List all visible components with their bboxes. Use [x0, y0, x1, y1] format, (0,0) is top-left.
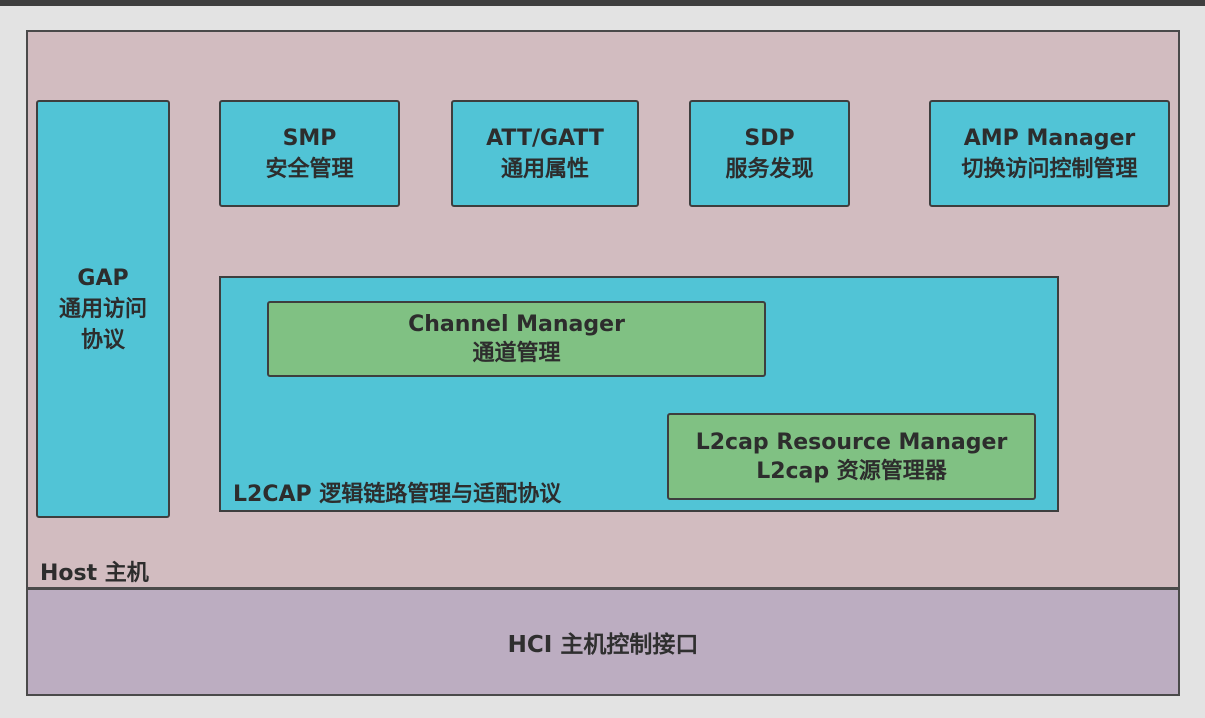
gap-subtitle-1: 通用访问	[58, 296, 147, 322]
gap-subtitle-2: 协议	[80, 327, 125, 353]
l2cap-label: L2CAP 逻辑链路管理与适配协议	[233, 482, 562, 507]
smp-subtitle: 安全管理	[265, 156, 354, 182]
amp-manager-subtitle: 切换访问控制管理	[961, 156, 1138, 182]
resource-manager-subtitle: L2cap 资源管理器	[756, 458, 947, 484]
channel-manager-subtitle: 通道管理	[472, 341, 561, 366]
att-gatt-subtitle: 通用属性	[500, 156, 589, 182]
amp-manager-module: AMP Manager 切换访问控制管理	[929, 100, 1170, 207]
top-bar	[0, 0, 1205, 6]
channel-manager-module: Channel Manager 通道管理	[267, 301, 766, 377]
smp-title: SMP	[282, 125, 337, 151]
smp-module: SMP 安全管理	[219, 100, 400, 207]
att-gatt-module: ATT/GATT 通用属性	[451, 100, 639, 207]
hci-layer: HCI 主机控制接口	[26, 588, 1180, 696]
hci-label: HCI 主机控制接口	[507, 632, 699, 658]
resource-manager-module: L2cap Resource Manager L2cap 资源管理器	[667, 413, 1036, 500]
host-label: Host 主机	[40, 561, 149, 586]
sdp-title: SDP	[744, 125, 795, 151]
resource-manager-title: L2cap Resource Manager	[695, 429, 1008, 455]
gap-module: GAP 通用访问 协议	[36, 100, 170, 518]
channel-manager-title: Channel Manager	[408, 312, 625, 337]
att-gatt-title: ATT/GATT	[486, 125, 604, 151]
sdp-subtitle: 服务发现	[725, 156, 814, 182]
amp-manager-title: AMP Manager	[963, 125, 1136, 151]
gap-title: GAP	[77, 265, 129, 291]
sdp-module: SDP 服务发现	[689, 100, 850, 207]
